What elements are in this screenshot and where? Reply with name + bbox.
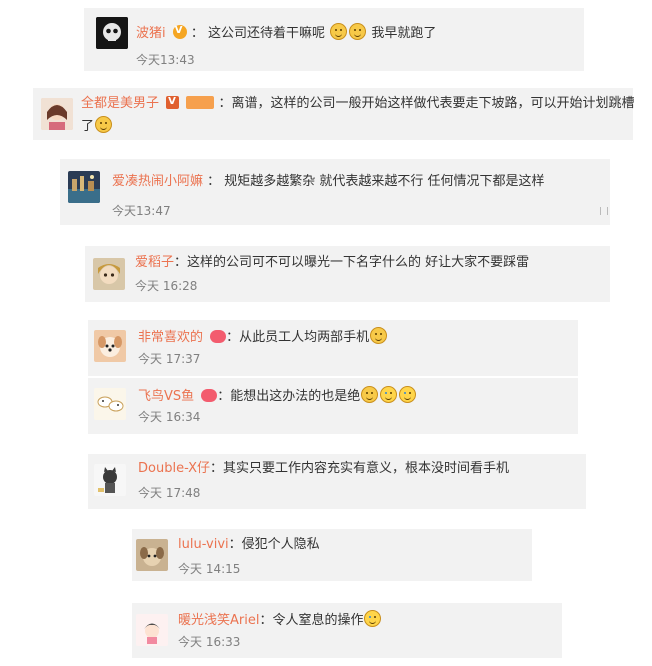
comment-time: 今天 16:33 — [178, 635, 241, 649]
avatar[interactable] — [41, 98, 73, 130]
comment-card: 非常喜欢的 ：从此员工人均两部手机 今天 17:37 — [88, 320, 578, 376]
doge-emoji-icon — [361, 386, 379, 403]
comment-text-line2: 了 — [81, 119, 95, 134]
commenter-name[interactable]: 暖光浅笑Ariel — [178, 613, 259, 628]
commenter-name[interactable]: 全都是美男子 — [81, 96, 159, 111]
vip-badge-icon — [201, 389, 218, 402]
doge-emoji-icon — [330, 23, 348, 40]
expand-icon[interactable] — [600, 207, 608, 215]
commenter-name[interactable]: 爱稻子 — [135, 255, 174, 270]
dog-avatar-icon — [94, 330, 126, 362]
commenter-name[interactable]: Double-X仔 — [138, 461, 210, 476]
comment-text: ：侵犯个人隐私 — [228, 537, 320, 552]
avatar[interactable] — [136, 614, 168, 646]
doge-emoji-icon — [349, 23, 367, 40]
comment-text: ：从此员工人均两部手机 — [226, 330, 370, 345]
avatar[interactable] — [68, 171, 100, 203]
comment-card: 爱凑热闹小阿嫲 ： 规矩越多越繁杂 就代表越来越不行 任何情况下都是这样 今天1… — [60, 159, 610, 225]
comment-card: 飞鸟VS鱼 ：能想出这办法的也是绝 今天 16:34 — [88, 378, 578, 434]
comment-text: ：能想出这办法的也是绝 — [217, 389, 361, 404]
comment-time: 今天13:43 — [136, 53, 195, 67]
avatar[interactable] — [96, 17, 128, 49]
comment-time: 今天13:47 — [112, 204, 171, 218]
comment-time: 今天 17:37 — [138, 352, 201, 366]
vip-badge-icon — [210, 330, 227, 343]
comment-text: ：其实只要工作内容充实有意义，根本没时间看手机 — [210, 461, 510, 476]
vip-badge-icon — [166, 93, 180, 111]
comment-text: ： 这公司还待着干嘛呢 — [190, 26, 326, 41]
comment-time: 今天 16:34 — [138, 410, 201, 424]
verified-badge-icon — [172, 22, 187, 40]
avatar[interactable] — [94, 388, 126, 420]
comment-card: lulu-vivi：侵犯个人隐私 今天 14:15 — [132, 529, 532, 581]
comment-card: 全都是美男子 ：离谱，这样的公司一般开始这样做代表要走下坡路，可以开始计划跳槽 … — [33, 88, 635, 140]
girl-cartoon-avatar-icon — [136, 614, 168, 646]
comment-time: 今天 16:28 — [135, 279, 198, 293]
comment-time: 今天 14:15 — [178, 562, 241, 576]
avatar[interactable] — [94, 464, 126, 496]
comment-text: ： 规矩越多越繁杂 就代表越来越不行 任何情况下都是这样 — [207, 174, 545, 189]
comment-time: 今天 17:48 — [138, 486, 201, 500]
laugh-cry-emoji-icon — [364, 610, 382, 627]
comment-text: ：这样的公司可不可以曝光一下名字什么的 好让大家不要踩雷 — [174, 255, 530, 270]
avatar[interactable] — [136, 539, 168, 571]
doll-avatar-icon — [93, 258, 125, 290]
comment-text-tail: 我早就跑了 — [371, 26, 437, 41]
commenter-name[interactable]: 爱凑热闹小阿嫲 — [112, 174, 203, 189]
vip-badge-icon — [186, 96, 215, 109]
comment-card: 爱稻子：这样的公司可不可以曝光一下名字什么的 好让大家不要踩雷 今天 16:28 — [85, 246, 610, 302]
commenter-name[interactable]: 飞鸟VS鱼 — [138, 389, 194, 404]
girl-avatar-icon — [41, 98, 73, 130]
doge-emoji-icon — [95, 116, 113, 133]
comment-card: 波猪i ： 这公司还待着干嘛呢 我早就跑了 今天13:43 — [84, 8, 584, 71]
commenter-name[interactable]: lulu-vivi — [178, 537, 229, 552]
laugh-cry-emoji-icon — [399, 386, 417, 403]
doge-emoji-icon — [370, 327, 388, 344]
comment-text: ：令人窒息的操作 — [259, 613, 364, 628]
commenter-name[interactable]: 非常喜欢的 — [138, 330, 203, 345]
cat-avatar-icon — [94, 464, 126, 496]
commenter-name[interactable]: 波猪i — [136, 26, 166, 41]
comment-card: 暖光浅笑Ariel：令人窒息的操作 今天 16:33 — [132, 603, 562, 658]
puppy-avatar-icon — [136, 539, 168, 571]
avatar[interactable] — [93, 258, 125, 290]
comment-card: Double-X仔：其实只要工作内容充实有意义，根本没时间看手机 今天 17:4… — [88, 454, 586, 509]
skull-avatar-icon — [96, 17, 128, 49]
city-night-avatar-icon — [68, 171, 100, 203]
avatar[interactable] — [94, 330, 126, 362]
comment-text: ：离谱，这样的公司一般开始这样做代表要走下坡路，可以开始计划跳槽 — [218, 96, 635, 111]
cartoon-avatar-icon — [94, 388, 126, 420]
laugh-cry-emoji-icon — [380, 386, 398, 403]
